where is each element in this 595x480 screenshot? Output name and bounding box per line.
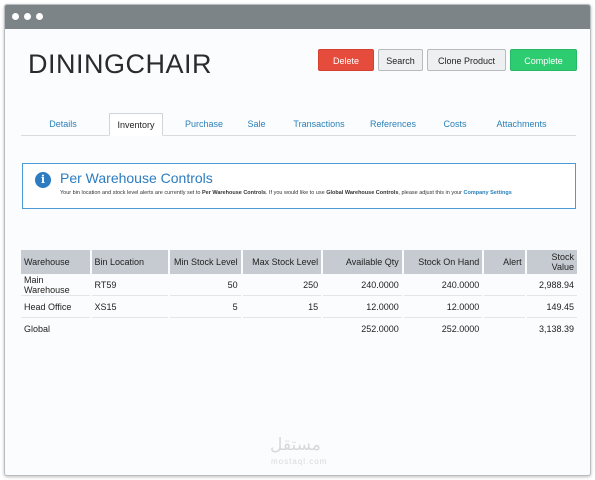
info-banner-title: Per Warehouse Controls <box>60 170 213 186</box>
app-window: DININGCHAIR Delete Search Clone Product … <box>4 4 591 476</box>
window-dot-icon <box>36 13 43 20</box>
cell-alert <box>484 274 525 296</box>
cell-stock-value: 3,138.39 <box>538 323 574 334</box>
cell-available-qty: 12.0000 <box>323 296 402 318</box>
cell-max-stock: 250 <box>242 274 322 296</box>
column-header-warehouse: Warehouse <box>21 250 90 274</box>
table-row-global: Global 252.0000 252.0000 3,138.39 <box>21 318 577 339</box>
column-header-stock-value: Stock Value <box>526 250 577 274</box>
column-header-alert: Alert <box>484 250 525 274</box>
tab-references[interactable]: References <box>363 113 423 135</box>
info-banner-text: Your bin location and stock level alerts… <box>60 190 512 196</box>
company-settings-link[interactable]: Company Settings <box>464 190 512 196</box>
tab-attachments[interactable]: Attachments <box>489 113 554 135</box>
cell-stock-on-hand: 12.0000 <box>403 296 483 318</box>
tab-inventory[interactable]: Inventory <box>109 113 163 136</box>
column-header-bin-location: Bin Location <box>91 250 169 274</box>
watermark-arabic: مستقل <box>270 435 321 455</box>
cell-min-stock: 50 <box>170 274 241 296</box>
window-dot-icon <box>12 13 19 20</box>
tab-costs[interactable]: Costs <box>436 113 474 135</box>
table-row[interactable]: Main Warehouse RT59 50 250 240.0000 240.… <box>21 274 577 296</box>
cell-min-stock <box>170 318 241 339</box>
cell-warehouse: Global <box>24 323 51 334</box>
cell-alert <box>484 318 524 339</box>
info-icon: i <box>35 172 51 188</box>
cell-min-stock: 5 <box>170 296 241 318</box>
page-title: DININGCHAIR <box>28 49 213 79</box>
cell-warehouse: Main Warehouse <box>21 274 90 296</box>
info-banner: i Per Warehouse Controls Your bin locati… <box>22 163 576 209</box>
cell-stock-value: 2,988.94 <box>526 274 577 296</box>
cell-stock-on-hand: 240.0000 <box>403 274 483 296</box>
cell-max-stock <box>243 318 322 339</box>
cell-bin-location <box>92 318 169 339</box>
column-header-min-stock: Min Stock Level <box>170 250 241 274</box>
column-header-max-stock: Max Stock Level <box>242 250 322 274</box>
cell-stock-value: 149.45 <box>526 296 577 318</box>
column-header-available-qty: Available Qty <box>323 250 402 274</box>
watermark-latin: mostaql.com <box>271 457 328 466</box>
cell-stock-on-hand: 252.0000 <box>441 323 480 334</box>
cell-alert <box>484 296 525 318</box>
tab-purchase[interactable]: Purchase <box>179 113 229 135</box>
cell-bin-location: RT59 <box>91 274 169 296</box>
tab-sale[interactable]: Sale <box>239 113 274 135</box>
window-titlebar <box>5 5 590 29</box>
column-header-stock-on-hand: Stock On Hand <box>403 250 483 274</box>
table-header-row: Warehouse Bin Location Min Stock Level M… <box>21 250 577 274</box>
clone-product-button[interactable]: Clone Product <box>427 49 506 71</box>
table-row[interactable]: Head Office XS15 5 15 12.0000 12.0000 14… <box>21 296 577 318</box>
cell-max-stock: 15 <box>242 296 322 318</box>
window-dot-icon <box>24 13 31 20</box>
delete-button[interactable]: Delete <box>318 49 374 71</box>
cell-warehouse: Head Office <box>21 296 90 318</box>
cell-available-qty: 252.0000 <box>361 323 399 334</box>
tab-details[interactable]: Details <box>36 113 90 135</box>
tab-transactions[interactable]: Transactions <box>283 113 355 135</box>
complete-button[interactable]: Complete <box>510 49 577 71</box>
cell-bin-location: XS15 <box>91 296 169 318</box>
inventory-table: Warehouse Bin Location Min Stock Level M… <box>19 250 579 339</box>
cell-available-qty: 240.0000 <box>323 274 402 296</box>
search-button[interactable]: Search <box>378 49 423 71</box>
tab-bar: Details Inventory Purchase Sale Transact… <box>21 113 576 136</box>
